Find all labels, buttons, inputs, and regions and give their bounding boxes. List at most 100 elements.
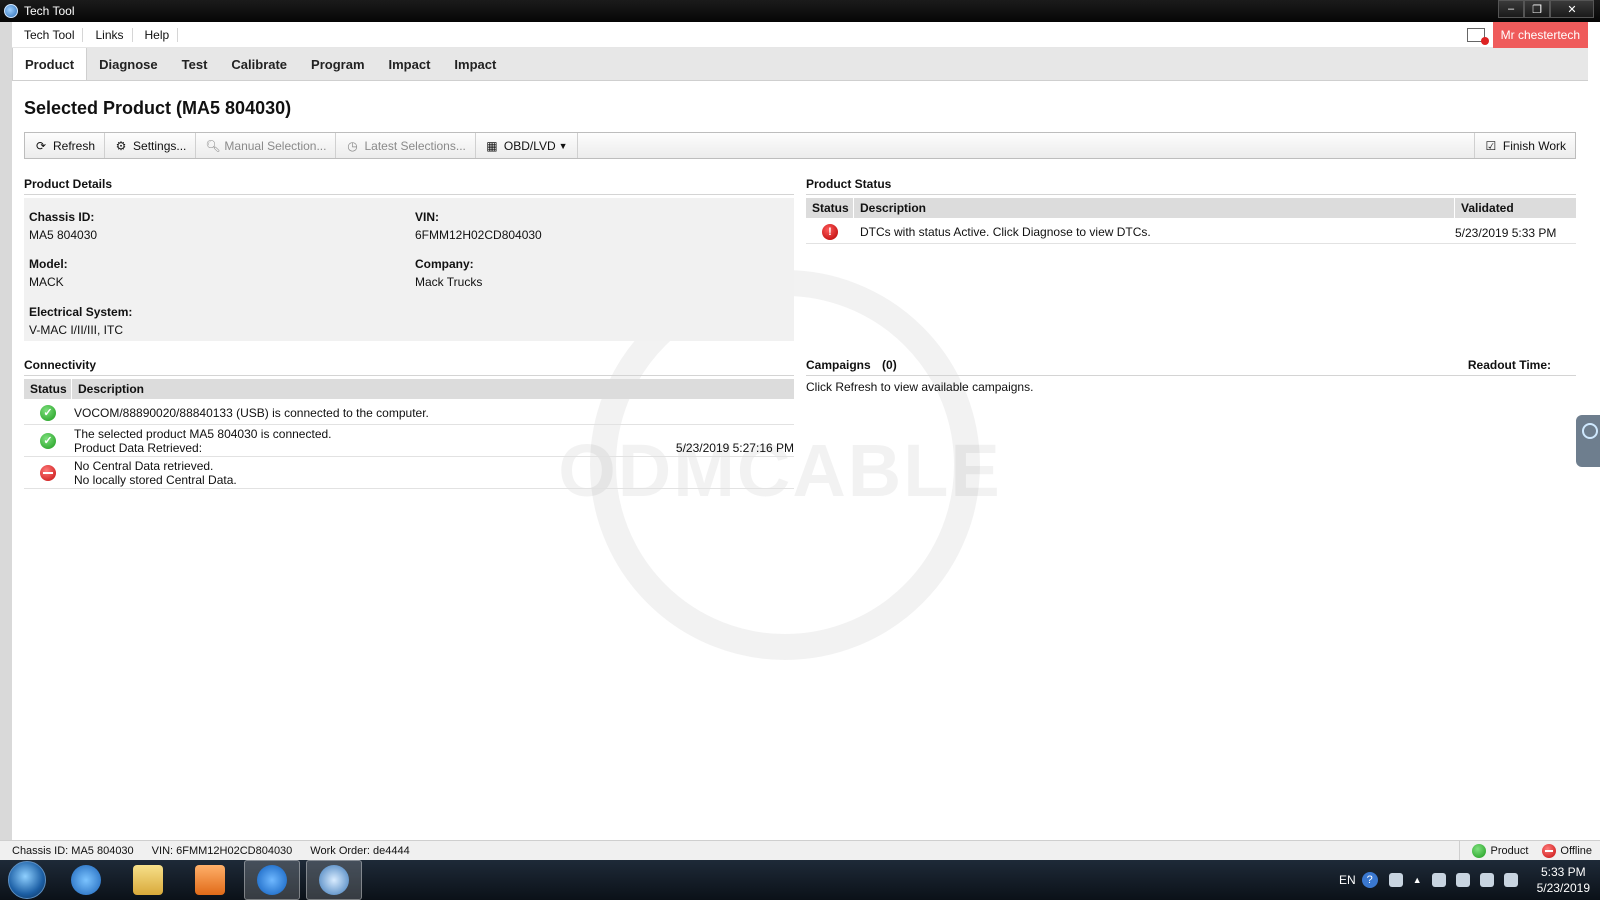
finish-icon: ☑ [1485,138,1497,153]
tab-impact[interactable]: Impact [377,48,443,80]
clock[interactable]: 5:33 PM 5/23/2019 [1537,864,1590,896]
conn-description-column-header[interactable]: Description [72,379,794,399]
status-bar: Chassis ID: MA5 804030 VIN: 6FMM12H02CD8… [0,840,1600,861]
alert-icon: ! [822,224,838,240]
company-label: Company: [415,257,474,271]
chassis-id-label: Chassis ID: [29,210,95,224]
message-icon[interactable] [1466,28,1489,45]
tech-tool-icon [319,865,349,895]
show-hidden-icon[interactable]: ▲ [1413,875,1422,885]
user-badge[interactable]: Mr chestertech [1492,22,1588,48]
refresh-icon: ⟳ [35,138,47,153]
validated-column-header[interactable]: Validated [1455,198,1576,218]
check-icon: ✓ [40,433,56,449]
finish-work-button[interactable]: ☑ Finish Work [1473,133,1575,158]
product-status-row[interactable]: ! DTCs with status Active. Click Diagnos… [806,220,1576,244]
obd-dropdown[interactable]: ▦ OBD/LVD ▼ [476,133,578,158]
connectivity-row[interactable]: ✓ VOCOM/88890020/88840133 (USB) is conne… [24,401,794,425]
restore-button[interactable]: ❐ [1524,0,1550,18]
product-status-heading: Product Status [806,177,1576,195]
offline-icon [1542,844,1557,858]
side-panel-tab[interactable] [1576,415,1600,467]
status-vin: VIN: 6FMM12H02CD804030 [151,844,293,857]
window-controls: – ❐ ✕ [1498,0,1594,18]
network-icon[interactable] [1388,873,1403,887]
left-gutter [0,22,12,842]
clock-icon: ◷ [347,138,358,153]
status-description: DTCs with status Active. Click Diagnose … [860,225,1151,239]
title-bar: Tech Tool – ❐ ✕ [0,0,1600,22]
product-details-panel: Chassis ID: MA5 804030 VIN: 6FMM12H02CD8… [24,198,794,341]
taskbar-media[interactable] [182,860,238,900]
taskbar-ie[interactable] [58,860,114,900]
battery-icon[interactable] [1431,873,1446,887]
signal-icon[interactable] [1503,873,1518,887]
status-work-order: Work Order: de4444 [310,844,410,857]
vin-field: VIN: 6FMM12H02CD804030 [415,210,542,242]
menu-help[interactable]: Help [133,27,179,42]
taskbar: EN ? ▲ 5:33 PM 5/23/2019 [0,860,1600,900]
taskbar-teamviewer[interactable] [244,860,300,900]
settings-label: Settings... [133,138,187,153]
page-title: Selected Product (MA5 804030) [24,98,292,118]
latest-selections-button[interactable]: ◷ Latest Selections... [336,133,476,158]
taskbar-tech-tool[interactable] [306,860,362,900]
connectivity-header: Status Description [24,379,794,399]
taskbar-explorer[interactable] [120,860,176,900]
vin-value: 6FMM12H02CD804030 [415,228,542,242]
grid-icon: ▦ [486,138,498,153]
refresh-button[interactable]: ⟳ Refresh [25,133,106,158]
media-player-icon [195,865,225,895]
no-entry-icon [40,465,56,481]
connectivity-line1: The selected product MA5 804030 is conne… [74,427,332,441]
teamviewer-icon [257,865,287,895]
status-offline: Offline [1560,845,1592,857]
tab-diagnose[interactable]: Diagnose [87,48,170,80]
tab-impact-2[interactable]: Impact [442,48,508,80]
company-value: Mack Trucks [415,275,483,289]
clock-date: 5/23/2019 [1536,881,1590,895]
campaigns-title: Campaigns [806,358,871,372]
minimize-button[interactable]: – [1498,0,1524,18]
description-column-header[interactable]: Description [854,198,1455,218]
electrical-system-value: V-MAC I/II/III, ITC [29,323,124,337]
language-indicator[interactable]: EN [1339,873,1356,887]
chevron-down-icon: ▼ [558,140,568,151]
refresh-label: Refresh [53,138,96,153]
electrical-system-field: Electrical System: V-MAC I/II/III, ITC [29,305,132,337]
connectivity-row[interactable]: No Central Data retrieved. No locally st… [24,457,794,489]
check-icon: ✓ [40,405,56,421]
status-validated: 5/23/2019 5:33 PM [1455,226,1557,240]
status-product: Product [1490,845,1529,857]
readout-time-label: Readout Time: [1467,358,1551,372]
model-label: Model: [29,257,68,271]
connectivity-row[interactable]: ✓ The selected product MA5 804030 is con… [24,425,794,457]
conn-status-column-header[interactable]: Status [24,379,72,399]
menu-links[interactable]: Links [83,27,133,42]
campaigns-heading: Campaigns (0) Readout Time: [806,358,1576,376]
action-center-icon[interactable] [1479,873,1494,887]
volume-icon[interactable] [1455,873,1470,887]
tab-calibrate[interactable]: Calibrate [219,48,299,80]
main-tabs: Product Diagnose Test Calibrate Program … [12,48,1588,81]
product-details-heading: Product Details [24,177,794,195]
vin-label: VIN: [415,210,439,224]
start-button[interactable] [8,861,46,899]
status-column-header[interactable]: Status [806,198,854,218]
system-tray: EN ? ▲ 5:33 PM 5/23/2019 [1339,860,1590,900]
menu-tech-tool[interactable]: Tech Tool [12,27,84,42]
close-button[interactable]: ✕ [1550,0,1594,18]
clock-time: 5:33 PM [1540,865,1586,879]
manual-selection-button[interactable]: 🔍︎ Manual Selection... [196,133,337,158]
model-field: Model: MACK [29,257,68,289]
tab-product[interactable]: Product [12,48,88,80]
app-icon [4,4,18,18]
search-icon: 🔍︎ [205,138,221,153]
tab-program[interactable]: Program [299,48,376,80]
help-icon[interactable]: ? [1361,872,1378,888]
settings-button[interactable]: ⚙ Settings... [105,133,197,158]
campaigns-count: (0) [882,358,897,372]
company-field: Company: Mack Trucks [415,257,482,289]
tab-test[interactable]: Test [170,48,220,80]
manual-selection-label: Manual Selection... [224,138,327,153]
